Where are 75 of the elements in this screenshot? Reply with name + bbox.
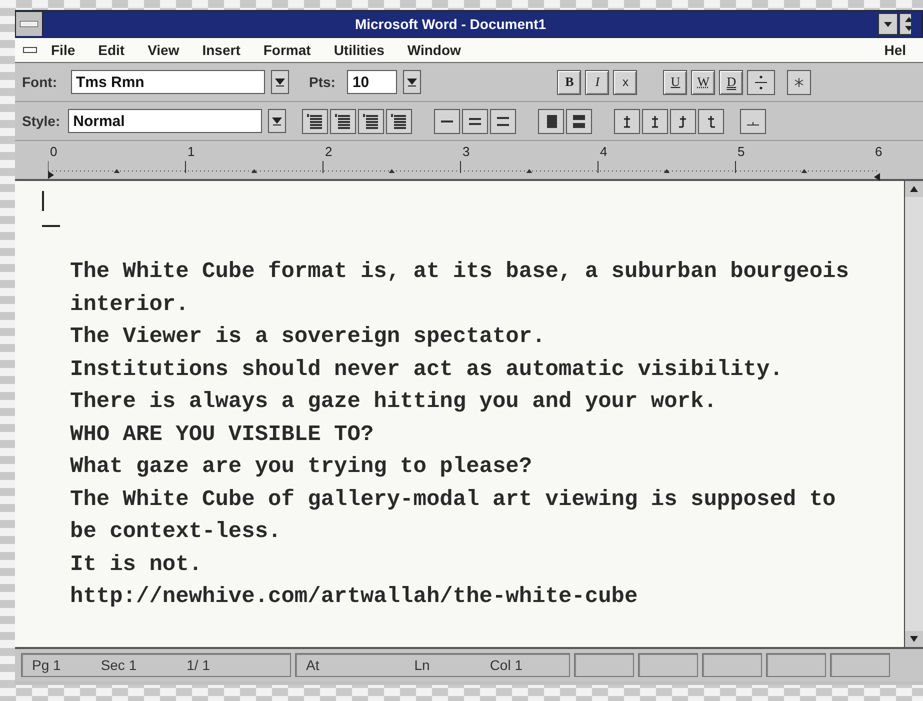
scroll-down-icon[interactable]: [905, 631, 923, 647]
menu-item[interactable]: Format: [263, 42, 311, 58]
superscript-button[interactable]: [747, 70, 776, 94]
menu-item[interactable]: Utilities: [334, 42, 384, 58]
ruler-number: 4: [600, 144, 608, 159]
minimize-button[interactable]: [878, 13, 898, 35]
space-before-button[interactable]: [566, 108, 592, 134]
status-text: Ln: [414, 657, 430, 673]
paragraph: It is not.: [70, 550, 204, 578]
align-right-button[interactable]: [358, 108, 384, 134]
one-half-space-button[interactable]: [462, 108, 488, 134]
menu-item[interactable]: View: [148, 42, 180, 58]
dropdown-button[interactable]: [403, 70, 422, 94]
status-panel: [702, 653, 762, 677]
menu-item[interactable]: Window: [407, 42, 461, 58]
status-text: Col 1: [490, 657, 522, 673]
paragraph: The White Cube of gallery-modal art viewing is supposed to be context-less.: [70, 486, 837, 546]
paragraph: There is always a gaze hitting you and your work.: [70, 388, 718, 416]
paragraph: What gaze are you trying to please?: [70, 453, 534, 481]
window-title: Microsoft Word - Document1: [354, 16, 548, 32]
dropdown-button[interactable]: [268, 109, 286, 133]
indent-button[interactable]: [538, 108, 564, 134]
status-text: At: [306, 657, 320, 673]
system-menu-button[interactable]: [16, 12, 43, 36]
menu-item[interactable]: Edit: [98, 42, 125, 58]
scrollbar[interactable]: [904, 181, 923, 647]
status-panel: [766, 653, 826, 677]
status-panel: [638, 653, 698, 677]
status-panel: [574, 653, 634, 677]
right-tab-button[interactable]: [670, 108, 696, 134]
paragraph: The White Cube format is, at its base, a suburban bourgeois interior.: [70, 258, 850, 318]
align-left-button[interactable]: [302, 108, 328, 134]
format-button[interactable]: U: [663, 70, 688, 94]
format-button[interactable]: D: [719, 70, 744, 94]
asterisk-button[interactable]: [787, 70, 812, 94]
status-text: 1/ 1: [186, 657, 210, 673]
ruler-number: 3: [462, 144, 471, 159]
paragraph: Institutions should never act as automatic visibility.: [70, 356, 784, 384]
ruler-number: 1: [188, 144, 196, 159]
font-field[interactable]: Tms Rmn: [70, 70, 265, 94]
status-text: Sec 1: [100, 657, 137, 673]
menu-item[interactable]: File: [51, 42, 76, 58]
style-field[interactable]: Normal: [68, 109, 262, 133]
paragraph: http://newhive.com/artwallah/the-white-cube: [70, 583, 639, 611]
status-panel: [830, 653, 890, 677]
paragraph: WHO ARE YOU VISIBLE TO?: [70, 420, 375, 448]
document-menu-icon[interactable]: [23, 47, 37, 53]
menu-item[interactable]: Insert: [202, 42, 240, 58]
decimal-tab-button[interactable]: [698, 108, 724, 134]
style-label: Style:: [22, 113, 60, 129]
ruler-number: 0: [50, 144, 58, 159]
format-button[interactable]: B: [557, 70, 582, 94]
scroll-up-icon[interactable]: [905, 181, 923, 197]
bar-icon: [20, 21, 38, 27]
size-field[interactable]: 10: [347, 70, 398, 94]
status-text: Pg 1: [32, 657, 61, 673]
paragraph: The Viewer is a sovereign spectator.: [70, 323, 546, 351]
vertical-bar-button[interactable]: [740, 108, 766, 134]
size-label: Pts:: [308, 74, 336, 90]
restore-button[interactable]: [899, 13, 911, 35]
dropdown-button[interactable]: [270, 70, 289, 94]
single-space-button[interactable]: [434, 108, 460, 134]
format-button[interactable]: I: [585, 70, 610, 94]
left-tab-button[interactable]: [614, 108, 640, 134]
menu-item[interactable]: Hel: [884, 42, 906, 58]
format-button[interactable]: W: [691, 70, 716, 94]
double-space-button[interactable]: [490, 108, 516, 134]
format-button[interactable]: x: [613, 70, 638, 94]
ruler-number: 2: [325, 144, 334, 159]
center-tab-button[interactable]: [642, 108, 668, 134]
ruler-number: 6: [875, 144, 884, 159]
justify-button[interactable]: [386, 108, 412, 134]
font-label: Font:: [22, 74, 57, 90]
center-button[interactable]: [330, 108, 356, 134]
ruler-number: 5: [738, 144, 746, 159]
